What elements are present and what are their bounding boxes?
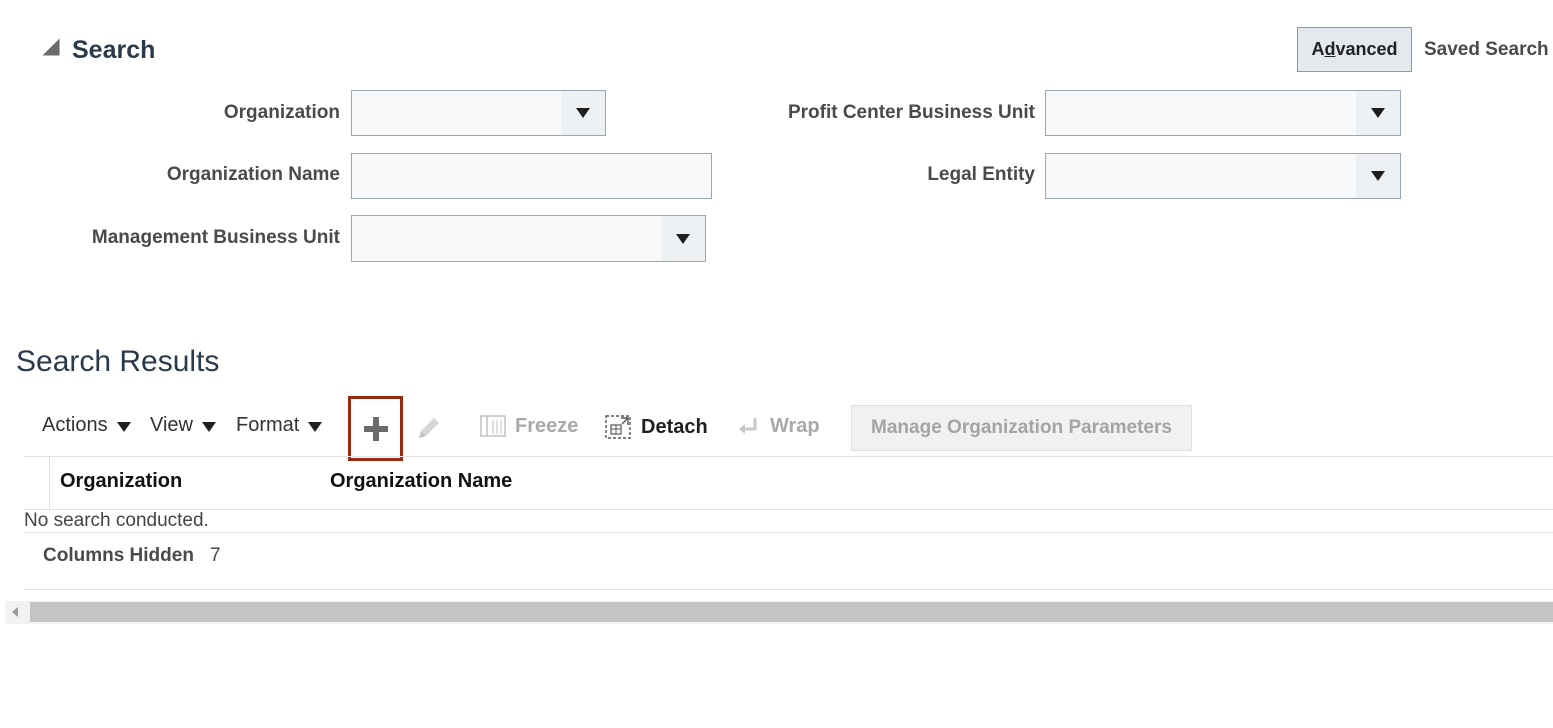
actions-menu[interactable]: Actions xyxy=(42,414,131,437)
management-bu-dropdown-button[interactable] xyxy=(661,215,706,262)
plus-icon xyxy=(363,416,388,441)
format-menu-label: Format xyxy=(236,414,300,436)
columns-hidden-label: Columns Hidden xyxy=(43,545,194,566)
column-header-organization-name[interactable]: Organization Name xyxy=(330,470,512,493)
advanced-label-pre: A xyxy=(1311,39,1325,59)
advanced-label-mnemonic: d xyxy=(1324,39,1336,59)
advanced-button[interactable]: Ad vanced xyxy=(1297,27,1412,72)
legal-entity-label: Legal Entity xyxy=(927,164,1035,185)
organization-dropdown-button[interactable] xyxy=(561,90,606,136)
organization-name-input[interactable] xyxy=(351,153,712,199)
pencil-icon xyxy=(419,418,439,438)
wrap-label: Wrap xyxy=(770,414,820,437)
collapse-triangle-icon[interactable] xyxy=(42,37,60,56)
horizontal-scrollbar-thumb[interactable] xyxy=(30,602,1553,622)
organization-label: Organization xyxy=(223,102,340,123)
advanced-label-post: vanced xyxy=(1335,39,1398,59)
add-row-button[interactable] xyxy=(348,396,403,461)
chevron-down-icon xyxy=(1371,108,1385,118)
columns-hidden-count: 7 xyxy=(210,545,221,566)
view-menu-label: View xyxy=(150,414,193,436)
management-bu-input[interactable] xyxy=(351,215,662,262)
row-selector-column-divider xyxy=(49,457,50,509)
manage-organization-parameters-button[interactable]: Manage Organization Parameters xyxy=(851,405,1192,451)
column-header-organization[interactable]: Organization xyxy=(60,470,182,493)
search-title: Search xyxy=(72,36,156,64)
scroll-left-arrow-icon[interactable] xyxy=(12,607,18,617)
freeze-icon xyxy=(480,415,506,437)
chevron-down-icon xyxy=(676,233,690,244)
table-header-top-border xyxy=(24,456,1553,457)
search-results-title: Search Results xyxy=(16,345,220,378)
detach-icon xyxy=(605,415,631,439)
profit-center-bu-input[interactable] xyxy=(1045,90,1357,136)
freeze-label: Freeze xyxy=(515,414,579,437)
management-bu-label: Management Business Unit xyxy=(91,227,340,248)
wrap-button[interactable]: Wrap xyxy=(736,414,820,438)
format-menu[interactable]: Format xyxy=(236,414,323,437)
empty-table-message: No search conducted. xyxy=(24,510,209,531)
actions-menu-label: Actions xyxy=(42,414,108,436)
edit-button[interactable] xyxy=(415,414,443,447)
legal-entity-dropdown-button[interactable] xyxy=(1356,153,1401,199)
chevron-down-icon xyxy=(1371,171,1385,181)
table-footer-border xyxy=(24,589,1553,590)
saved-search-link[interactable]: Saved Search xyxy=(1424,39,1549,61)
organization-input[interactable] xyxy=(351,90,562,136)
profit-center-bu-label: Profit Center Business Unit xyxy=(787,102,1035,123)
profit-center-bu-dropdown-button[interactable] xyxy=(1356,90,1401,136)
detach-label: Detach xyxy=(641,415,708,438)
chevron-down-icon xyxy=(576,108,590,118)
chevron-down-icon xyxy=(308,422,323,432)
legal-entity-input[interactable] xyxy=(1045,153,1357,199)
search-section-header[interactable]: Search xyxy=(42,36,155,65)
chevron-down-icon xyxy=(202,422,216,432)
table-body-border xyxy=(24,532,1553,533)
table-header-bottom-border xyxy=(24,509,1553,510)
organization-name-label: Organization Name xyxy=(166,164,340,185)
view-menu[interactable]: View xyxy=(150,414,216,437)
chevron-down-icon xyxy=(116,422,131,432)
detach-button[interactable]: Detach xyxy=(605,414,708,440)
freeze-button[interactable]: Freeze xyxy=(480,414,578,438)
wrap-icon xyxy=(739,418,757,434)
